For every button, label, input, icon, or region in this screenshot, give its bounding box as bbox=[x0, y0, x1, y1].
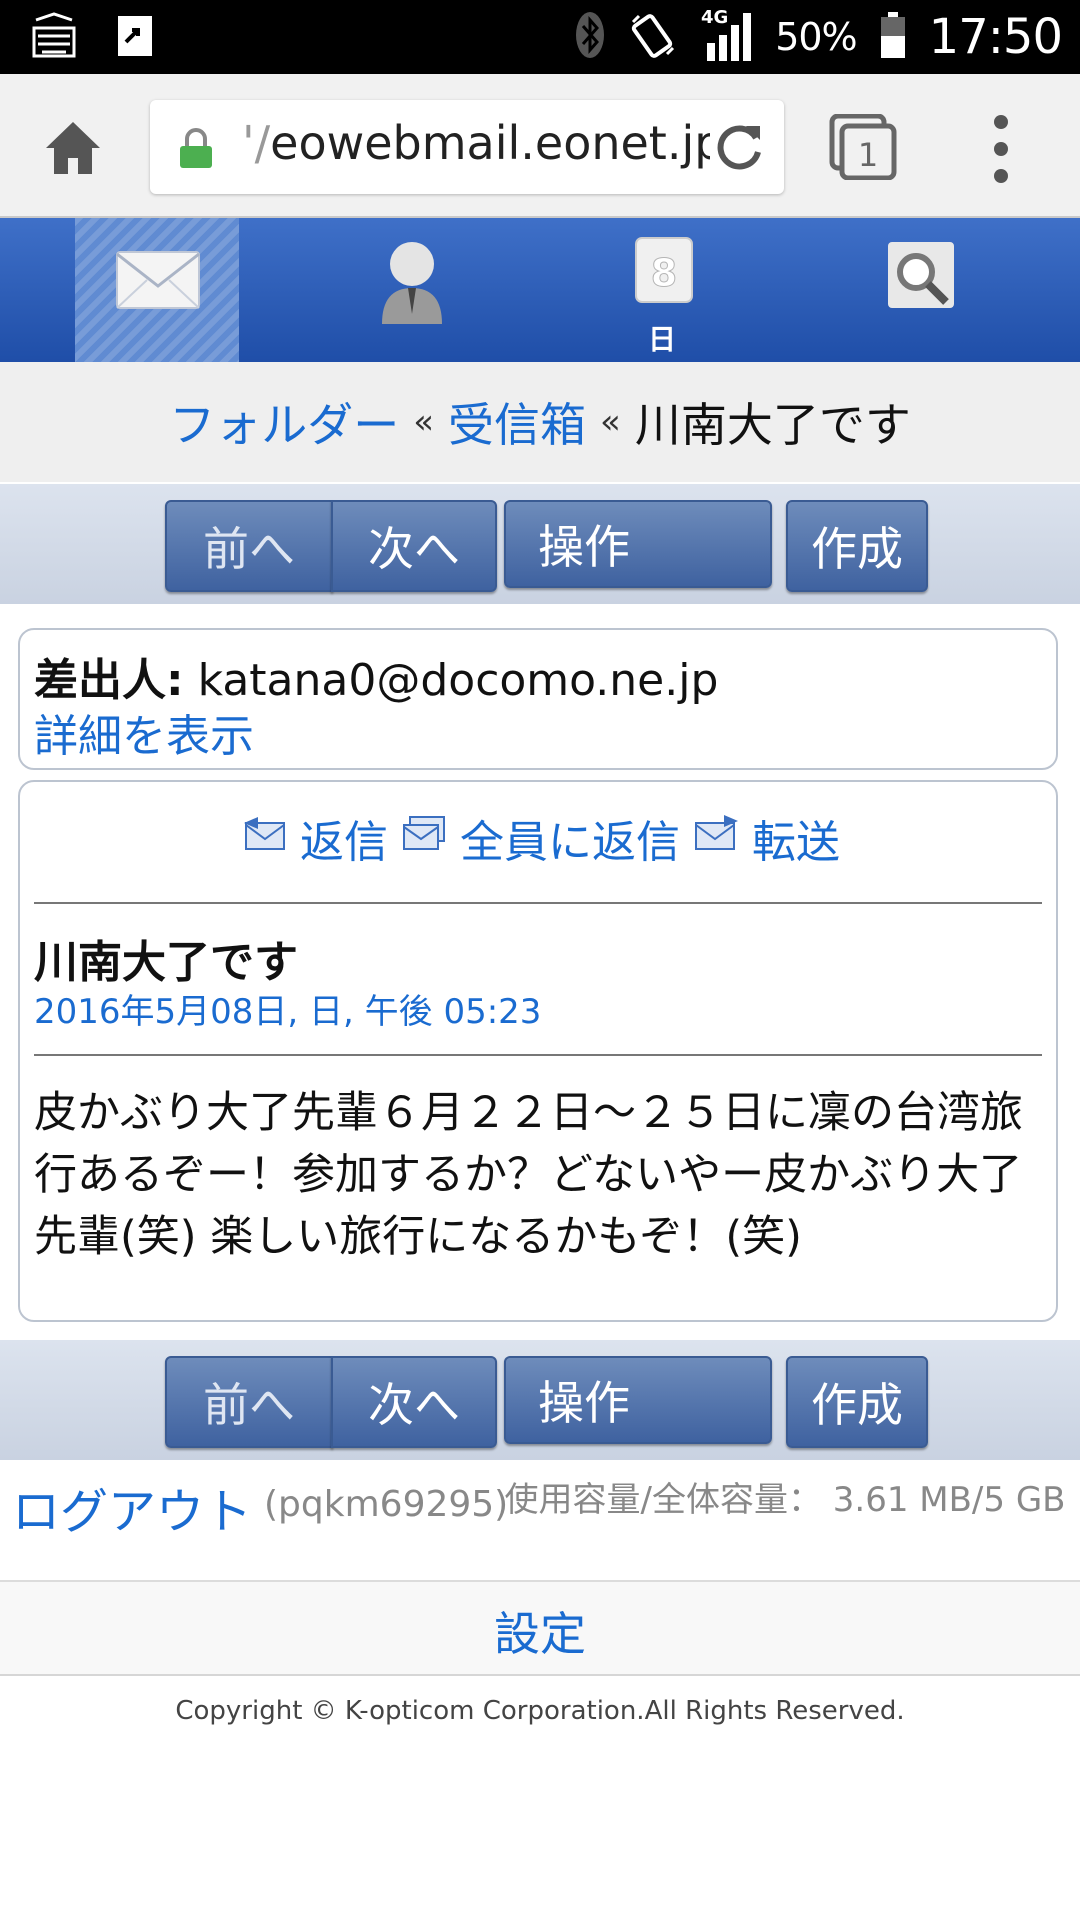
previous-button[interactable]: 前へ bbox=[165, 500, 333, 592]
nav-search[interactable] bbox=[842, 218, 1006, 362]
overflow-menu-icon[interactable] bbox=[990, 114, 1012, 184]
svg-text:1: 1 bbox=[858, 136, 878, 174]
keyboard-icon bbox=[30, 12, 78, 64]
breadcrumb: フォルダー « 受信箱 « 川南大了です bbox=[0, 362, 1080, 482]
message-toolbar-bottom: 前へ 次へ 操作 作成 bbox=[0, 1340, 1080, 1460]
from-label: 差出人: bbox=[34, 655, 184, 706]
show-details-link[interactable]: 詳細を表示 bbox=[34, 700, 254, 764]
previous-button[interactable]: 前へ bbox=[165, 1356, 333, 1448]
calendar-day-label: 日 bbox=[647, 323, 676, 356]
app-nav-bar: 8 日 bbox=[0, 218, 1080, 362]
reply-all-link[interactable]: 全員に返信 bbox=[400, 806, 680, 870]
message-date: 2016年5月08日, 日, 午後 05:23 bbox=[34, 992, 542, 1032]
clock: 17:50 bbox=[928, 9, 1063, 65]
svg-text:4G: 4G bbox=[701, 7, 728, 28]
bluetooth-icon bbox=[575, 10, 605, 64]
screen-share-icon bbox=[116, 12, 154, 64]
vibrate-icon bbox=[627, 10, 679, 64]
reply-icon bbox=[240, 813, 288, 864]
signal-icon: 4G bbox=[701, 7, 753, 67]
nav-mail[interactable] bbox=[75, 218, 239, 362]
message-subject: 川南大了です bbox=[34, 937, 298, 988]
reply-link[interactable]: 返信 bbox=[240, 806, 388, 870]
divider bbox=[34, 902, 1042, 904]
breadcrumb-separator: « bbox=[600, 402, 621, 442]
lock-icon bbox=[178, 128, 214, 170]
tab-switcher-button[interactable]: 1 bbox=[828, 113, 898, 181]
compose-button[interactable]: 作成 bbox=[786, 500, 928, 592]
message-body: 皮かぶり大了先輩６月２２日～２５日に凜の台湾旅行あるぞー！参加するか？どないやー… bbox=[34, 1088, 1023, 1262]
breadcrumb-current: 川南大了です bbox=[634, 398, 911, 452]
compose-button[interactable]: 作成 bbox=[786, 1356, 928, 1448]
reload-icon[interactable] bbox=[710, 118, 768, 176]
settings-link[interactable]: 設定 bbox=[494, 1598, 586, 1664]
breadcrumb-inbox-link[interactable]: 受信箱 bbox=[448, 389, 586, 455]
nav-contacts[interactable] bbox=[330, 218, 494, 362]
operations-dropdown[interactable]: 操作 bbox=[504, 1356, 772, 1444]
message-toolbar-top: 前へ 次へ 操作 作成 bbox=[0, 484, 1080, 604]
from-address: katana0@docomo.ne.jp bbox=[197, 655, 719, 706]
message-actions: 返信 全員に返信 転送 bbox=[20, 806, 1060, 870]
status-bar: 4G 50% 17:50 bbox=[0, 0, 1080, 74]
operations-dropdown[interactable]: 操作 bbox=[504, 500, 772, 588]
divider bbox=[34, 1054, 1042, 1056]
forward-link[interactable]: 転送 bbox=[692, 806, 840, 870]
home-icon[interactable] bbox=[42, 118, 104, 178]
reply-all-icon bbox=[400, 813, 448, 864]
battery-icon bbox=[879, 10, 907, 64]
forward-icon bbox=[692, 813, 740, 864]
settings-row: 設定 bbox=[0, 1582, 1080, 1676]
message-panel: 返信 全員に返信 転送 川南大了です 2016年5月08日, 日, 午後 05:… bbox=[18, 780, 1058, 1322]
sender-panel: 差出人: katana0@docomo.ne.jp 詳細を表示 bbox=[18, 628, 1058, 770]
copyright: Copyright © K-opticom Corporation.All Ri… bbox=[175, 1696, 905, 1726]
url-text: '/eowebmail.eonet.jp/r bbox=[242, 116, 758, 170]
breadcrumb-folders-link[interactable]: フォルダー bbox=[169, 389, 399, 455]
battery-percent: 50% bbox=[775, 15, 857, 59]
address-bar[interactable]: '/eowebmail.eonet.jp/r bbox=[150, 100, 784, 194]
next-button[interactable]: 次へ bbox=[331, 500, 497, 592]
storage-usage: 使用容量/全体容量： 3.61 MB/5 GB bbox=[504, 1480, 1066, 1520]
browser-toolbar: '/eowebmail.eonet.jp/r 1 bbox=[0, 74, 1080, 218]
username: (pqkm69295) bbox=[264, 1484, 509, 1525]
next-button[interactable]: 次へ bbox=[331, 1356, 497, 1448]
breadcrumb-separator: « bbox=[413, 402, 434, 442]
account-footer: ログアウト (pqkm69295) 使用容量/全体容量： 3.61 MB/5 G… bbox=[0, 1464, 1080, 1582]
nav-calendar[interactable]: 8 日 bbox=[580, 218, 744, 362]
logout-link[interactable]: ログアウト bbox=[12, 1472, 252, 1542]
svg-text:8: 8 bbox=[651, 251, 677, 295]
